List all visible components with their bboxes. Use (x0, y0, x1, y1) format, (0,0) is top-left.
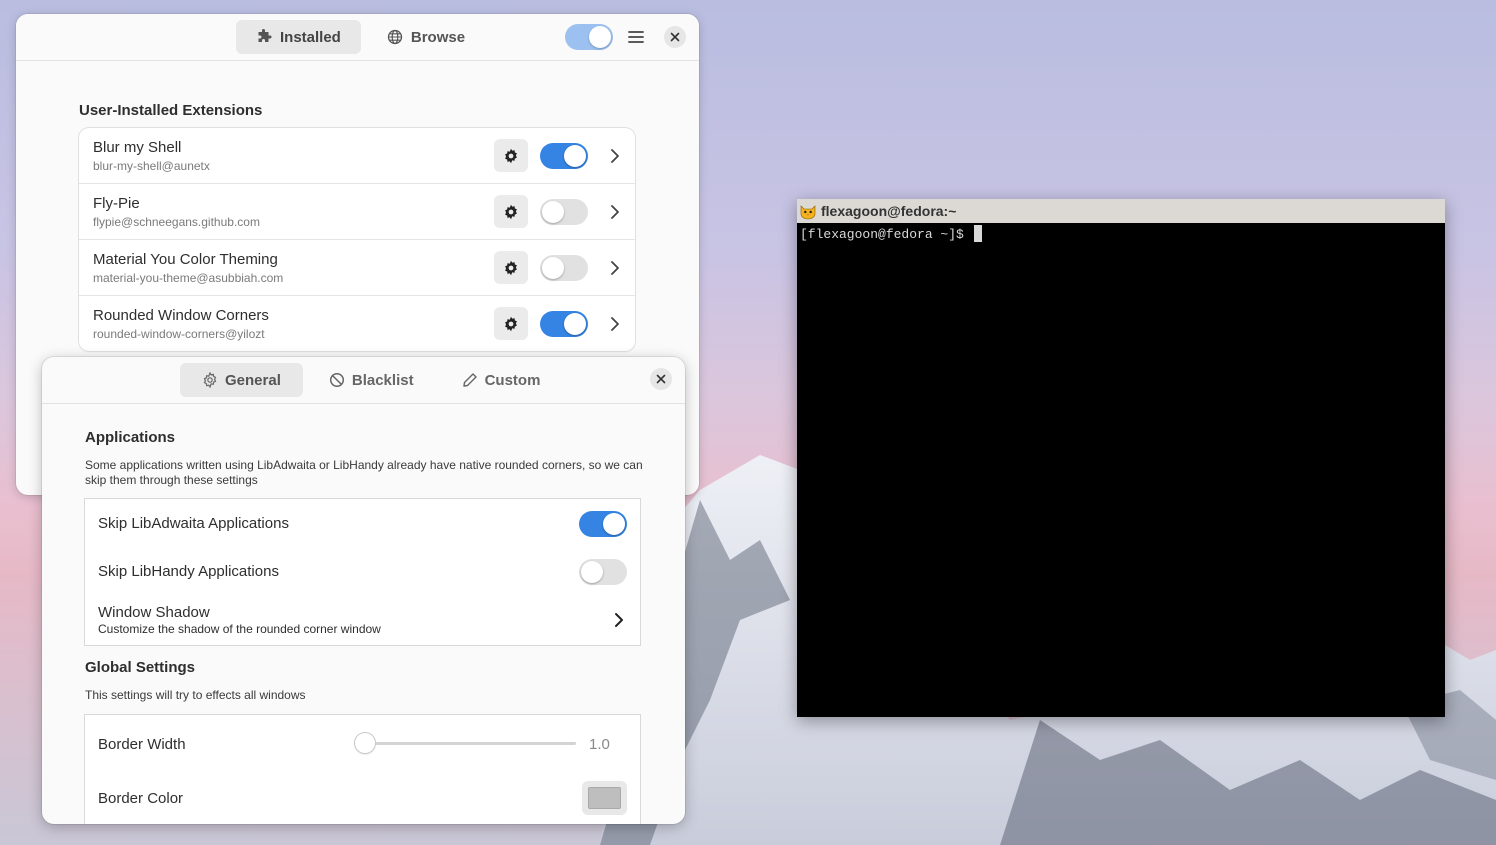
user-extensions-heading: User-Installed Extensions (79, 102, 263, 119)
extension-row[interactable]: Blur my Shell blur-my-shell@aunetx (79, 128, 635, 184)
toggle-knob (542, 257, 564, 279)
skip-libadwaita-row[interactable]: Skip LibAdwaita Applications (85, 499, 640, 547)
tab-browse[interactable]: Browse (367, 20, 485, 54)
extension-settings-button[interactable] (494, 307, 528, 340)
extension-uuid: material-you-theme@asubbiah.com (93, 271, 284, 285)
border-color-label: Border Color (98, 790, 184, 807)
extension-name: Fly-Pie (93, 195, 140, 212)
extension-uuid: flypie@schneegans.github.com (93, 215, 260, 229)
terminal-window[interactable]: flexagoon@fedora:~ [flexagoon@fedora ~]$ (797, 199, 1445, 717)
extension-toggle[interactable] (540, 143, 588, 169)
cat-icon (800, 205, 816, 220)
puzzle-icon (258, 29, 272, 42)
toggle-knob (564, 313, 586, 335)
applications-settings-box: Skip LibAdwaita Applications Skip LibHan… (85, 499, 640, 645)
window-shadow-row[interactable]: Window Shadow Customize the shadow of th… (85, 595, 640, 645)
global-settings-box: Border Width 1.0 Border Color (85, 715, 640, 824)
skip-libhandy-row[interactable]: Skip LibHandy Applications (85, 547, 640, 595)
tab-custom[interactable]: Custom (440, 363, 563, 397)
global-settings-heading: Global Settings (85, 659, 196, 676)
preferences-close-button[interactable] (650, 368, 672, 390)
gear-icon (505, 260, 517, 275)
applications-description: Some applications written using LibAdwai… (85, 458, 643, 487)
window-shadow-subtitle: Customize the shadow of the rounded corn… (98, 622, 381, 636)
window-shadow-label: Window Shadow (98, 604, 210, 621)
extension-row[interactable]: Material You Color Theming material-you-… (79, 240, 635, 296)
globe-icon (387, 29, 403, 45)
block-icon (329, 372, 344, 388)
toggle-knob (589, 26, 611, 48)
pencil-icon (462, 373, 477, 387)
extension-toggle[interactable] (540, 199, 588, 225)
gear-icon (505, 148, 517, 163)
extension-name: Material You Color Theming (93, 251, 278, 268)
toggle-knob (542, 201, 564, 223)
chevron-right-icon[interactable] (613, 612, 625, 628)
preferences-tabs: General Blacklist Custom (180, 363, 562, 397)
chevron-right-icon[interactable] (609, 148, 621, 164)
border-color-button[interactable] (582, 781, 627, 815)
preferences-headerbar: General Blacklist Custom (42, 357, 685, 404)
terminal-cursor (973, 225, 982, 242)
terminal-title: flexagoon@fedora:~ (821, 203, 957, 219)
tab-installed-label: Installed (280, 28, 341, 46)
extension-toggle[interactable] (540, 255, 588, 281)
tab-general-label: General (225, 371, 281, 389)
tab-blacklist[interactable]: Blacklist (307, 363, 436, 397)
chevron-right-icon[interactable] (609, 204, 621, 220)
extension-row[interactable]: Fly-Pie flypie@schneegans.github.com (79, 184, 635, 240)
toggle-knob (603, 513, 625, 535)
toggle-knob (564, 145, 586, 167)
applications-heading: Applications (85, 429, 176, 446)
border-width-label: Border Width (98, 736, 186, 753)
terminal-prompt-line[interactable]: [flexagoon@fedora ~]$ (800, 225, 982, 242)
extension-settings-button[interactable] (494, 139, 528, 172)
border-color-swatch (588, 787, 621, 809)
tab-installed[interactable]: Installed (236, 20, 361, 54)
tab-custom-label: Custom (484, 371, 541, 389)
close-icon (670, 32, 680, 42)
extension-name: Blur my Shell (93, 139, 182, 156)
skip-libhandy-label: Skip LibHandy Applications (98, 563, 279, 580)
chevron-right-icon[interactable] (609, 316, 621, 332)
extension-uuid: rounded-window-corners@yilozt (93, 327, 265, 341)
skip-libadwaita-toggle[interactable] (579, 511, 627, 537)
extensions-list: Blur my Shell blur-my-shell@aunetx Fly-P… (79, 128, 635, 351)
extension-name: Rounded Window Corners (93, 307, 269, 324)
gear-icon (505, 204, 517, 219)
gear-icon (203, 372, 217, 388)
extension-toggle[interactable] (540, 311, 588, 337)
view-switcher: Installed Browse (236, 20, 485, 54)
border-width-slider-track[interactable] (366, 742, 576, 745)
extensions-close-button[interactable] (664, 26, 686, 48)
tab-browse-label: Browse (410, 28, 466, 46)
extension-settings-button[interactable] (494, 195, 528, 228)
extension-settings-button[interactable] (494, 251, 528, 284)
terminal-titlebar[interactable]: flexagoon@fedora:~ (797, 199, 1445, 223)
global-settings-description: This settings will try to effects all wi… (85, 688, 306, 702)
terminal-prompt: [flexagoon@fedora ~]$ (800, 227, 972, 242)
skip-libadwaita-label: Skip LibAdwaita Applications (98, 515, 289, 532)
rounded-corners-preferences-window: General Blacklist Custom Applications So… (42, 357, 685, 824)
menu-icon[interactable] (627, 27, 645, 47)
skip-libhandy-toggle[interactable] (579, 559, 627, 585)
chevron-right-icon[interactable] (609, 260, 621, 276)
toggle-knob (581, 561, 603, 583)
border-width-row: Border Width 1.0 (85, 715, 640, 771)
close-icon (656, 374, 666, 384)
tab-blacklist-label: Blacklist (351, 371, 414, 389)
tab-general[interactable]: General (180, 363, 303, 397)
border-width-value: 1.0 (589, 736, 610, 753)
border-width-slider-handle[interactable] (355, 733, 375, 753)
extensions-headerbar: Installed Browse (16, 14, 699, 61)
extensions-global-toggle[interactable] (565, 24, 613, 50)
gear-icon (505, 316, 517, 331)
extension-row[interactable]: Rounded Window Corners rounded-window-co… (79, 296, 635, 351)
extension-uuid: blur-my-shell@aunetx (93, 159, 210, 173)
